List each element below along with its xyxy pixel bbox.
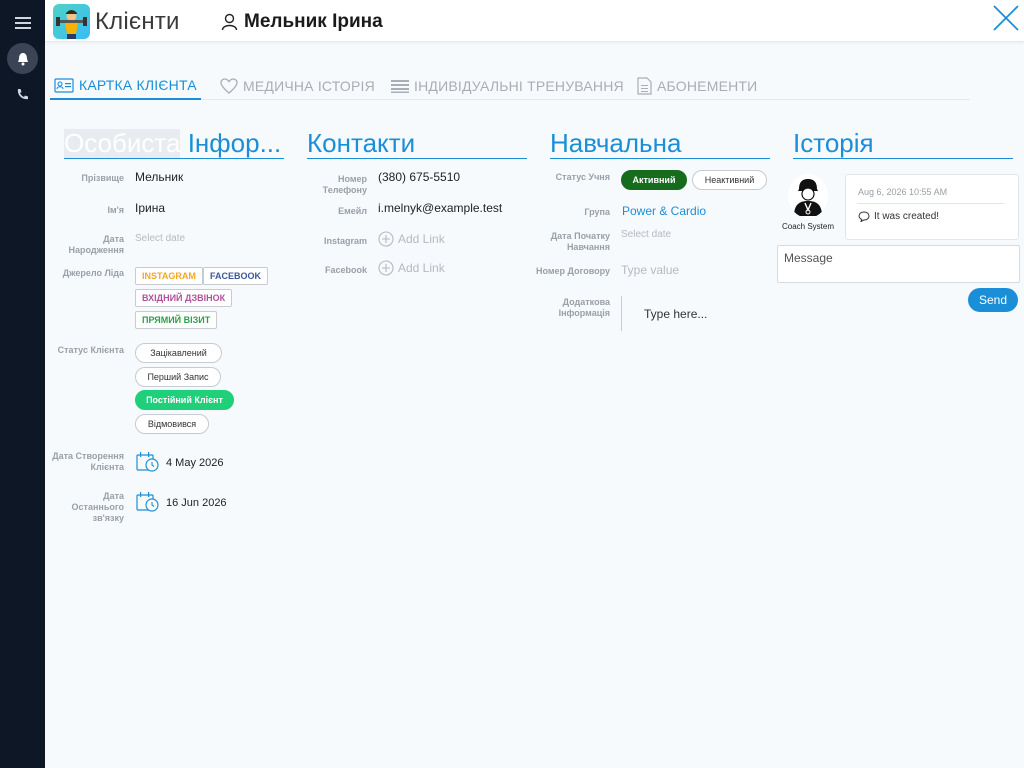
personal-section-title: Особиста Інфор... [64, 129, 284, 159]
study-section-title: Навчальна [550, 129, 770, 159]
personal-title-a: Особиста [64, 129, 181, 158]
list-icon [391, 80, 409, 93]
add-link-label: Add Link [398, 232, 445, 246]
tab-label: МЕДИЧНА ІСТОРІЯ [243, 78, 375, 94]
tab-memberships[interactable]: АБОНЕМЕНТИ [637, 72, 757, 100]
last-contact-value: 16 Jun 2026 [166, 497, 227, 509]
history-timestamp: Aug 6, 2026 10:55 AM [858, 187, 948, 197]
menu-icon[interactable] [7, 7, 38, 38]
history-section-title: Історія [793, 129, 1013, 159]
message-input[interactable]: Message [777, 245, 1020, 283]
tab-individual-trainings[interactable]: ІНДИВІДУАЛЬНІ ТРЕНУВАННЯ [391, 72, 624, 100]
source-tag-instagram[interactable]: INSTAGRAM [135, 267, 203, 285]
created-date-value: 4 May 2026 [166, 457, 224, 469]
name-label: Ім'я [107, 205, 124, 215]
status-first-visit[interactable]: Перший Запис [135, 367, 221, 387]
client-status-label: Статус Клієнта [57, 345, 124, 355]
birth-label: Дата Народження [68, 234, 125, 255]
name-value[interactable]: Ірина [135, 201, 165, 215]
phone-value[interactable]: (380) 675-5510 [378, 170, 460, 184]
history-author: Coach System [781, 222, 835, 231]
comment-icon [858, 211, 870, 222]
document-icon [637, 77, 652, 95]
student-status-inactive[interactable]: Неактивний [692, 170, 767, 190]
group-label: Група [584, 207, 610, 217]
add-link-label: Add Link [398, 261, 445, 275]
birth-date-input[interactable]: Select date [135, 233, 185, 244]
client-name: Мельник Ірина [244, 11, 383, 32]
calendar-icon[interactable] [136, 491, 160, 513]
plus-circle-icon [378, 260, 394, 276]
contract-input[interactable]: Type value [621, 263, 679, 277]
facebook-label: Facebook [324, 265, 367, 275]
surname-value[interactable]: Мельник [135, 170, 183, 184]
tab-medical-history[interactable]: МЕДИЧНА ІСТОРІЯ [220, 72, 375, 100]
tab-client-card[interactable]: КАРТКА КЛІЄНТА [50, 72, 201, 100]
avatar [788, 174, 828, 218]
tab-bar: КАРТКА КЛІЄНТА МЕДИЧНА ІСТОРІЯ ІНДИВІДУА… [50, 72, 970, 100]
header: Клієнти Мельник Ірина [45, 0, 1024, 42]
calendar-icon[interactable] [136, 451, 160, 473]
group-value[interactable]: Power & Cardio [622, 204, 706, 218]
close-icon[interactable] [992, 4, 1020, 32]
facebook-add-link[interactable]: Add Link [378, 260, 445, 276]
personal-title-b: Інфор... [180, 129, 282, 158]
instagram-add-link[interactable]: Add Link [378, 231, 445, 247]
surname-label: Прізвище [81, 173, 124, 183]
history-divider [857, 203, 1004, 204]
status-regular-client[interactable]: Постійний Клієнт [135, 390, 234, 410]
status-interested[interactable]: Зацікавлений [135, 343, 222, 363]
status-declined[interactable]: Відмовився [135, 414, 209, 434]
user-icon [221, 13, 238, 31]
email-label: Емейл [338, 206, 367, 216]
left-rail [0, 0, 45, 768]
last-contact-label: Дата Останнього зв'язку [71, 491, 124, 523]
phone-icon[interactable] [7, 79, 38, 110]
history-entry-text: It was created! [874, 211, 940, 222]
extra-info-divider [621, 296, 622, 331]
heart-icon [220, 78, 238, 94]
lead-source-label: Джерело Ліда [62, 268, 124, 278]
client-header: Мельник Ірина [221, 11, 383, 33]
source-tag-facebook[interactable]: FACEBOOK [203, 267, 269, 285]
plus-circle-icon [378, 231, 394, 247]
email-value[interactable]: i.melnyk@example.test [378, 201, 502, 215]
send-button[interactable]: Send [968, 288, 1018, 312]
tab-label: ІНДИВІДУАЛЬНІ ТРЕНУВАННЯ [414, 78, 624, 94]
tab-label: КАРТКА КЛІЄНТА [79, 77, 197, 93]
id-card-icon [54, 77, 74, 93]
history-entry: It was created! [858, 211, 939, 222]
contract-label: Номер Договору [536, 266, 610, 276]
history-entry-card: Aug 6, 2026 10:55 AM It was created! [845, 174, 1019, 240]
start-date-input[interactable]: Select date [621, 229, 671, 240]
extra-info-label: Додаткова Інформація [558, 297, 610, 318]
source-tag-incoming-call[interactable]: ВХІДНИЙ ДЗВІНОК [135, 289, 233, 307]
bell-icon[interactable] [7, 43, 38, 74]
tab-label: АБОНЕМЕНТИ [657, 78, 758, 94]
app-title: Клієнти [95, 8, 180, 35]
created-date-label: Дата Створення Клієнта [52, 451, 124, 472]
source-tag-walk-in[interactable]: ПРЯМИЙ ВІЗИТ [135, 311, 218, 329]
student-status-label: Статус Учня [555, 172, 610, 182]
start-date-label: Дата Початку Навчання [550, 231, 610, 252]
student-status-active[interactable]: Активний [621, 170, 687, 190]
contacts-section-title: Контакти [307, 129, 527, 159]
extra-info-input[interactable]: Type here... [644, 307, 707, 321]
instagram-label: Instagram [323, 236, 367, 246]
app-logo [53, 4, 90, 39]
phone-label: Номер Телефону [322, 174, 367, 195]
